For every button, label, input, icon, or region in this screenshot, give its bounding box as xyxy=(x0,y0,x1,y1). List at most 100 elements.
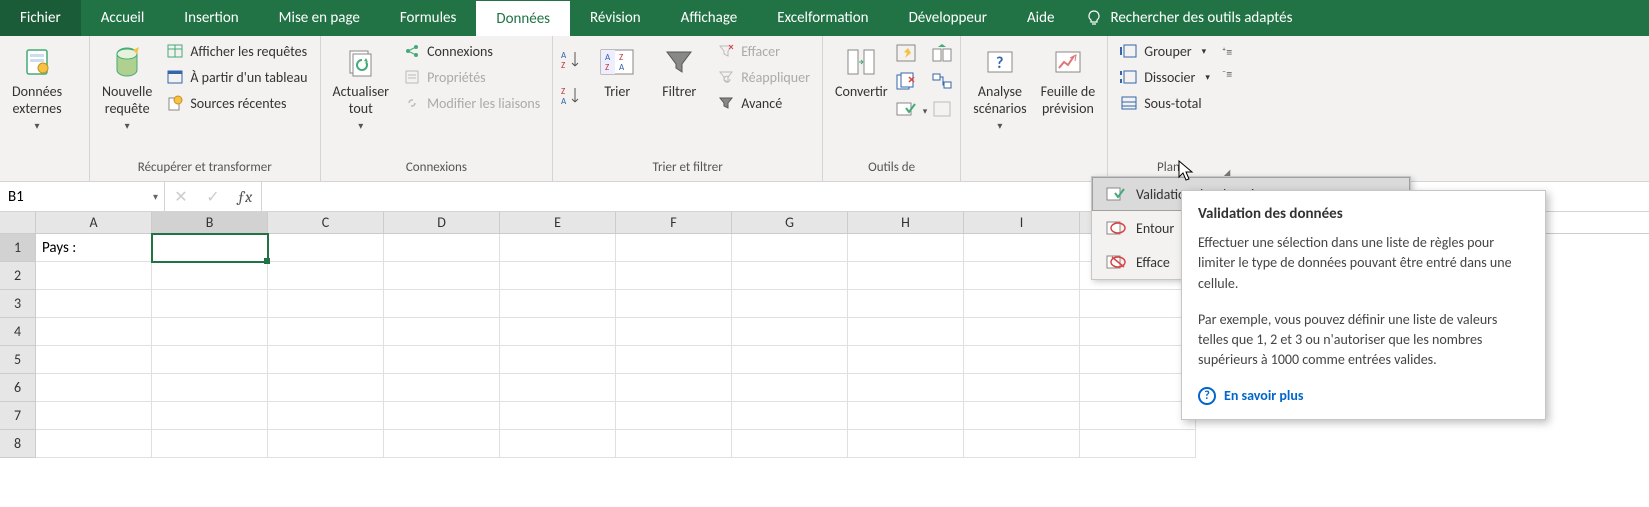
row-header-3[interactable]: 3 xyxy=(0,290,36,318)
cell-C6[interactable] xyxy=(268,374,384,402)
cell-H2[interactable] xyxy=(848,262,964,290)
tab-developer[interactable]: Développeur xyxy=(889,0,1007,36)
cell-B2[interactable] xyxy=(152,262,268,290)
cell-A7[interactable] xyxy=(36,402,152,430)
col-header-C[interactable]: C xyxy=(268,212,384,233)
row-header-4[interactable]: 4 xyxy=(0,318,36,346)
cell-E5[interactable] xyxy=(500,346,616,374)
flash-fill-button[interactable] xyxy=(896,44,918,66)
cell-G3[interactable] xyxy=(732,290,848,318)
from-table-button[interactable]: À partir d'un tableau xyxy=(160,66,313,88)
relationships-button[interactable] xyxy=(932,72,954,94)
forecast-sheet-button[interactable]: Feuille de prévision xyxy=(1035,40,1102,122)
cell-G7[interactable] xyxy=(732,402,848,430)
cell-D4[interactable] xyxy=(384,318,500,346)
cell-G2[interactable] xyxy=(732,262,848,290)
cell-I6[interactable] xyxy=(964,374,1080,402)
cell-I1[interactable] xyxy=(964,234,1080,262)
tab-formulas[interactable]: Formules xyxy=(380,0,476,36)
cell-D1[interactable] xyxy=(384,234,500,262)
row-header-2[interactable]: 2 xyxy=(0,262,36,290)
tab-page-layout[interactable]: Mise en page xyxy=(259,0,380,36)
tooltip-learn-more-link[interactable]: ? En savoir plus xyxy=(1198,387,1529,405)
cell-H4[interactable] xyxy=(848,318,964,346)
cell-E8[interactable] xyxy=(500,430,616,458)
cell-H7[interactable] xyxy=(848,402,964,430)
col-header-I[interactable]: I xyxy=(964,212,1080,233)
cell-A8[interactable] xyxy=(36,430,152,458)
cell-H5[interactable] xyxy=(848,346,964,374)
cell-H8[interactable] xyxy=(848,430,964,458)
cell-A6[interactable] xyxy=(36,374,152,402)
cell-C1[interactable] xyxy=(268,234,384,262)
cell-E6[interactable] xyxy=(500,374,616,402)
cell-F7[interactable] xyxy=(616,402,732,430)
cell-I8[interactable] xyxy=(964,430,1080,458)
row-header-1[interactable]: 1 xyxy=(0,234,36,262)
cell-B8[interactable] xyxy=(152,430,268,458)
cell-F2[interactable] xyxy=(616,262,732,290)
cell-D6[interactable] xyxy=(384,374,500,402)
tab-insert[interactable]: Insertion xyxy=(164,0,258,36)
cell-I3[interactable] xyxy=(964,290,1080,318)
cell-C5[interactable] xyxy=(268,346,384,374)
cell-B6[interactable] xyxy=(152,374,268,402)
sort-asc-button[interactable]: AZ xyxy=(559,48,585,74)
group-rows-button[interactable]: Grouper ▾ xyxy=(1114,40,1216,62)
text-to-columns-button[interactable]: Convertir xyxy=(829,40,894,105)
cell-D3[interactable] xyxy=(384,290,500,318)
show-queries-button[interactable]: Afficher les requêtes xyxy=(160,40,313,62)
cell-C8[interactable] xyxy=(268,430,384,458)
cell-I4[interactable] xyxy=(964,318,1080,346)
cell-A5[interactable] xyxy=(36,346,152,374)
cell-C4[interactable] xyxy=(268,318,384,346)
sort-button[interactable]: AZZA Trier xyxy=(587,40,647,105)
tab-home[interactable]: Accueil xyxy=(81,0,165,36)
col-header-D[interactable]: D xyxy=(384,212,500,233)
tab-file[interactable]: Fichier xyxy=(0,0,81,36)
cell-H1[interactable] xyxy=(848,234,964,262)
cell-F8[interactable] xyxy=(616,430,732,458)
cell-G6[interactable] xyxy=(732,374,848,402)
cell-J3[interactable] xyxy=(1080,290,1196,318)
hide-detail-button[interactable]: ⁻≡ xyxy=(1222,68,1232,82)
cell-A1[interactable]: Pays : xyxy=(36,234,152,262)
consolidate-button[interactable] xyxy=(932,44,954,66)
name-box[interactable]: B1 ▾ xyxy=(0,182,165,211)
cell-A2[interactable] xyxy=(36,262,152,290)
cell-H6[interactable] xyxy=(848,374,964,402)
new-query-button[interactable]: Nouvelle requête ▾ xyxy=(96,40,158,136)
col-header-F[interactable]: F xyxy=(616,212,732,233)
cell-J4[interactable] xyxy=(1080,318,1196,346)
cell-J8[interactable] xyxy=(1080,430,1196,458)
cell-F3[interactable] xyxy=(616,290,732,318)
cell-E3[interactable] xyxy=(500,290,616,318)
data-validation-dropdown[interactable]: ▾ xyxy=(920,106,931,117)
cell-I2[interactable] xyxy=(964,262,1080,290)
sort-desc-button[interactable]: ZA xyxy=(559,84,585,110)
cell-G8[interactable] xyxy=(732,430,848,458)
refresh-all-button[interactable]: Actualiser tout ▾ xyxy=(327,40,396,136)
row-header-7[interactable]: 7 xyxy=(0,402,36,430)
recent-sources-button[interactable]: Sources récentes xyxy=(160,92,313,114)
cell-F6[interactable] xyxy=(616,374,732,402)
insert-function-button[interactable]: ƒx xyxy=(229,182,261,211)
cell-D2[interactable] xyxy=(384,262,500,290)
tab-review[interactable]: Révision xyxy=(570,0,661,36)
cell-G5[interactable] xyxy=(732,346,848,374)
cell-E2[interactable] xyxy=(500,262,616,290)
cell-E7[interactable] xyxy=(500,402,616,430)
external-data-button[interactable]: Données externes ▾ xyxy=(6,40,68,136)
tell-me-search[interactable]: Rechercher des outils adaptés xyxy=(1074,0,1304,36)
whatif-analysis-button[interactable]: ? Analyse scénarios ▾ xyxy=(967,40,1032,136)
subtotal-button[interactable]: Sous-total xyxy=(1114,92,1216,114)
cell-G4[interactable] xyxy=(732,318,848,346)
cell-B1[interactable] xyxy=(152,234,268,262)
show-detail-button[interactable]: ⁺≡ xyxy=(1222,46,1232,60)
cell-C7[interactable] xyxy=(268,402,384,430)
row-header-8[interactable]: 8 xyxy=(0,430,36,458)
cell-B4[interactable] xyxy=(152,318,268,346)
remove-duplicates-button[interactable] xyxy=(896,72,918,94)
cell-J5[interactable] xyxy=(1080,346,1196,374)
cell-F5[interactable] xyxy=(616,346,732,374)
